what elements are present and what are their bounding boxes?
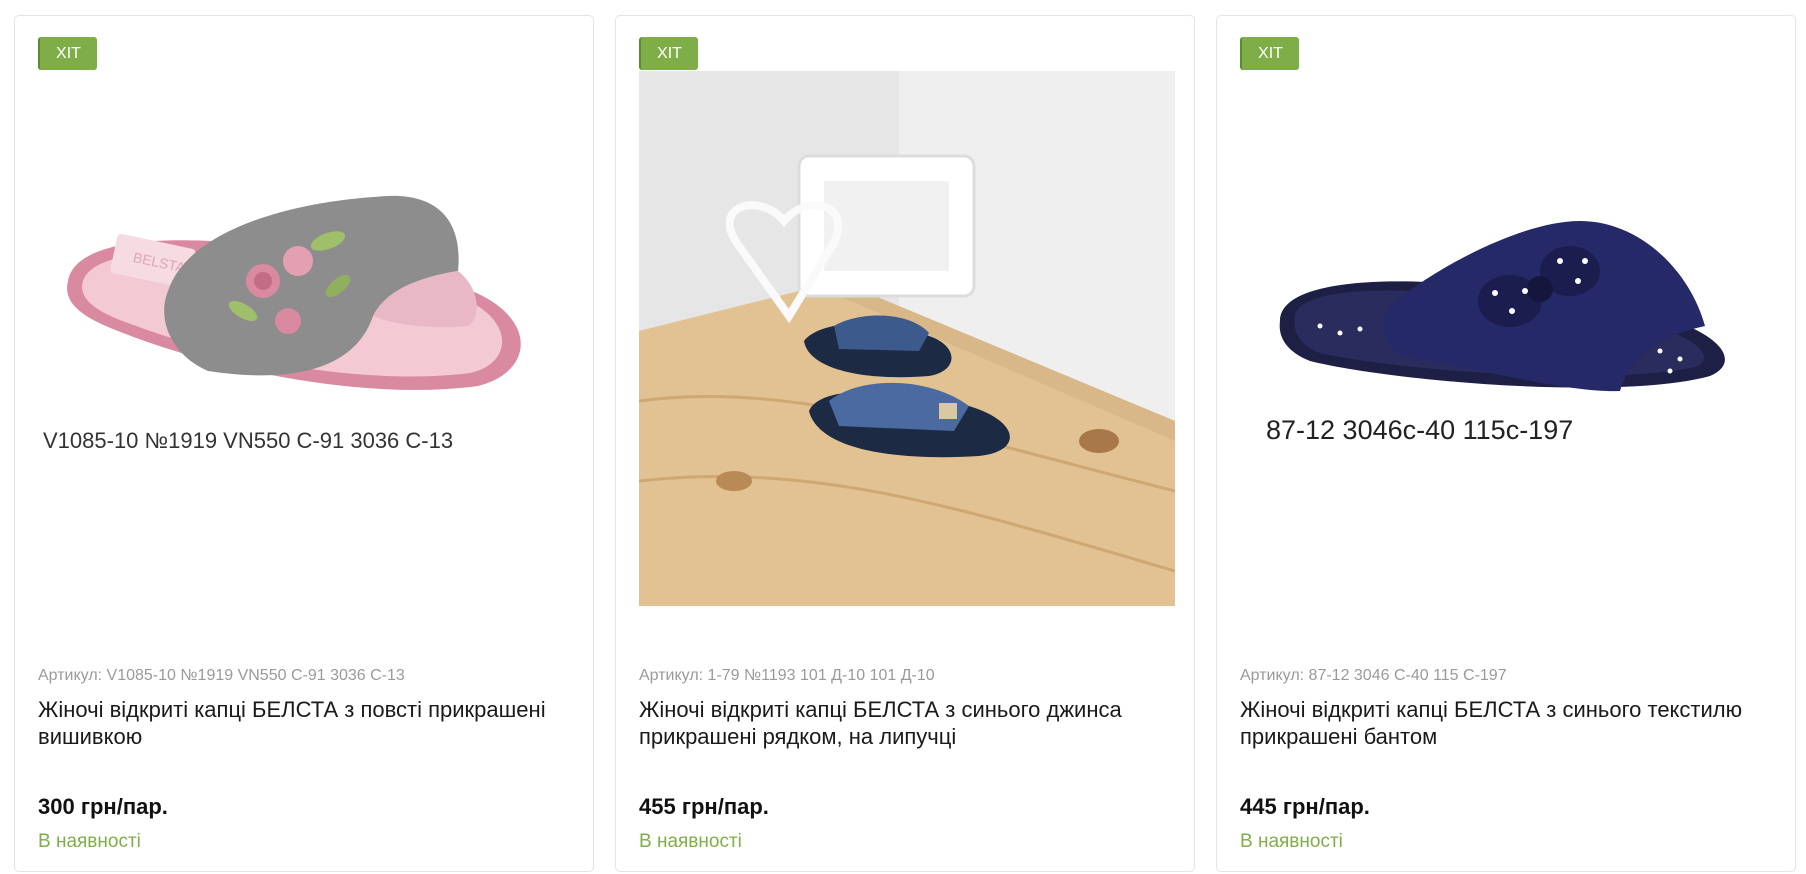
product-title[interactable]: Жіночі відкриті капці БЕЛСТА з синього т… xyxy=(1240,696,1780,750)
hit-badge: ХІТ xyxy=(1240,37,1299,70)
navy-bow-slipper-illustration: 87-12 3046с-40 115с-197 xyxy=(1240,71,1776,606)
hit-badge: ХІТ xyxy=(38,37,97,70)
product-price: 445 грн/пар. xyxy=(1240,794,1370,819)
product-card[interactable]: ХІТ 87-12 3046с-40 115с-197 Артикул: 87-… xyxy=(1216,15,1796,872)
product-title[interactable]: Жіночі відкриті капці БЕЛСТА з синього д… xyxy=(639,696,1179,750)
felt-slipper-illustration: BELSTA V1085-10 №1919 VN550 С-91 3036 С-… xyxy=(38,71,574,606)
product-price: 300 грн/пар. xyxy=(38,794,168,819)
product-card[interactable]: ХІТ Артикул: 1-79 №1193 101 Д-10 101 Д-1… xyxy=(615,15,1195,872)
product-card[interactable]: ХІТ BELSTA V1085-10 №1919 VN550 С-91 303… xyxy=(14,15,594,872)
product-image[interactable] xyxy=(639,71,1175,606)
product-image[interactable]: 87-12 3046с-40 115с-197 xyxy=(1240,71,1776,606)
stock-status: В наявності xyxy=(38,831,141,852)
hit-badge: ХІТ xyxy=(639,37,698,70)
stock-status: В наявності xyxy=(1240,831,1343,852)
image-caption: 87-12 3046с-40 115с-197 xyxy=(1266,415,1573,445)
product-price: 455 грн/пар. xyxy=(639,794,769,819)
product-title[interactable]: Жіночі відкриті капці БЕЛСТА з повсті пр… xyxy=(38,696,578,750)
product-sku: Артикул: 1-79 №1193 101 Д-10 101 Д-10 xyxy=(639,667,935,684)
image-caption: V1085-10 №1919 VN550 С-91 3036 С-13 xyxy=(43,428,453,453)
denim-slippers-photo xyxy=(639,71,1175,606)
stock-status: В наявності xyxy=(639,831,742,852)
product-sku: Артикул: 87-12 3046 С-40 115 С-197 xyxy=(1240,667,1507,684)
product-image[interactable]: BELSTA V1085-10 №1919 VN550 С-91 3036 С-… xyxy=(38,71,574,606)
product-sku: Артикул: V1085-10 №1919 VN550 С-91 3036 … xyxy=(38,667,405,684)
